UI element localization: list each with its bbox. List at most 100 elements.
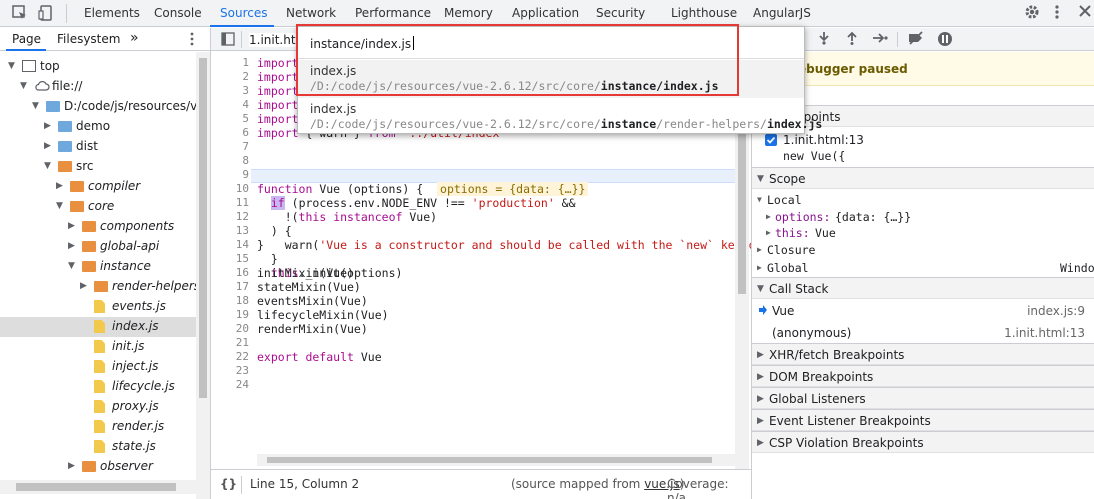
tree-file-item[interactable]: lifecycle.js xyxy=(0,377,196,397)
tree-folder-item[interactable]: ▶ compiler xyxy=(0,177,196,197)
tree-folder-item[interactable]: ▶ global-api xyxy=(0,237,196,257)
scope-section[interactable]: ▼ Scope xyxy=(752,167,1094,189)
chevron-right-icon[interactable]: ▶ xyxy=(80,281,87,291)
tree-file-item[interactable]: index.js xyxy=(0,317,196,337)
deactivate-breakpoints-icon[interactable] xyxy=(907,31,925,49)
tree-file-item[interactable]: inject.js xyxy=(0,357,196,377)
line-number[interactable]: 13 xyxy=(211,224,249,238)
line-number[interactable]: 20 xyxy=(211,322,249,336)
tree-folder-item[interactable]: ▶ components xyxy=(0,217,196,237)
global-listeners-section[interactable]: ▶ Global Listeners xyxy=(752,387,1094,409)
callstack-frame[interactable]: Vue index.js:9 xyxy=(752,301,1094,321)
chevron-right-icon[interactable]: ▶ xyxy=(68,221,75,231)
step-into-icon[interactable] xyxy=(818,31,830,49)
tab-sources[interactable]: Sources xyxy=(220,6,267,20)
step-out-icon[interactable] xyxy=(846,31,858,49)
tree-folder-item[interactable]: ▼ D:/code/js/resources/vue xyxy=(0,97,196,117)
tab-network[interactable]: Network xyxy=(286,6,336,20)
tab-page[interactable]: Page xyxy=(12,32,41,46)
tree-folder-item[interactable]: ▶ demo xyxy=(0,117,196,137)
chevron-right-icon[interactable]: ▶ xyxy=(68,241,75,251)
tab-filesystem[interactable]: Filesystem xyxy=(57,32,120,46)
dom-breakpoints-section[interactable]: ▶ DOM Breakpoints xyxy=(752,365,1094,387)
more-tabs-icon[interactable]: » xyxy=(130,30,139,46)
chevron-down-icon[interactable]: ▼ xyxy=(20,81,27,91)
xhr-breakpoints-section[interactable]: ▶ XHR/fetch Breakpoints xyxy=(752,343,1094,365)
tree-file-item[interactable]: state.js xyxy=(0,437,196,457)
callstack-frame[interactable]: (anonymous) 1.init.html:13 xyxy=(752,323,1094,343)
navigator-menu-icon[interactable] xyxy=(190,32,194,49)
line-number[interactable]: 12 xyxy=(211,210,249,224)
pretty-print-button[interactable]: {} xyxy=(220,477,237,491)
chevron-down-icon[interactable]: ▼ xyxy=(8,61,15,71)
line-number[interactable]: 6 xyxy=(211,126,249,140)
inspect-element-icon[interactable] xyxy=(12,5,28,24)
line-number[interactable]: 11 xyxy=(211,196,249,210)
chevron-right-icon[interactable]: ▶ xyxy=(56,181,63,191)
line-number[interactable]: 2 xyxy=(211,70,249,84)
line-number[interactable]: 15 xyxy=(211,252,249,266)
navigator-scrollbar[interactable] xyxy=(196,52,210,499)
tree-folder-item[interactable]: ▶ dist xyxy=(0,137,196,157)
tab-performance[interactable]: Performance xyxy=(355,6,431,20)
line-number[interactable]: 8 xyxy=(211,154,249,168)
gear-icon[interactable] xyxy=(1024,4,1040,23)
line-number[interactable]: 23 xyxy=(211,364,249,378)
scope-global[interactable]: ▶ Global Windo xyxy=(752,259,1094,277)
tree-file-item[interactable]: render.js xyxy=(0,417,196,437)
tree-folder-item[interactable]: ▼ src xyxy=(0,157,196,177)
more-options-icon[interactable] xyxy=(1054,4,1060,23)
line-number[interactable]: 1 xyxy=(211,56,249,70)
line-number[interactable]: 24 xyxy=(211,378,249,392)
callstack-section[interactable]: ▼ Call Stack xyxy=(752,277,1094,299)
line-number[interactable]: 19 xyxy=(211,308,249,322)
line-number[interactable]: 21 xyxy=(211,336,249,350)
scope-local[interactable]: ▼ Local xyxy=(752,191,1094,209)
chevron-down-icon[interactable]: ▼ xyxy=(44,161,51,171)
tree-file-item[interactable]: events.js xyxy=(0,297,196,317)
line-number[interactable]: 9 xyxy=(211,168,249,182)
line-number[interactable]: 7 xyxy=(211,140,249,154)
tree-folder-item[interactable]: ▼ instance xyxy=(0,257,196,277)
device-toolbar-icon[interactable] xyxy=(38,5,54,24)
tab-elements[interactable]: Elements xyxy=(84,6,140,20)
line-number[interactable]: 5 xyxy=(211,112,249,126)
editor-hscrollbar[interactable] xyxy=(257,454,735,466)
scope-var-this[interactable]: ▶ this: Vue xyxy=(752,224,1094,242)
tab-memory[interactable]: Memory xyxy=(444,6,493,20)
tree-folder-item[interactable]: ▼ file:// xyxy=(0,77,196,97)
tab-angularjs[interactable]: AngularJS xyxy=(753,6,811,20)
line-number[interactable]: 14 xyxy=(211,238,249,252)
line-number[interactable]: 18 xyxy=(211,294,249,308)
tree-folder-item[interactable]: ▶ observer xyxy=(0,457,196,477)
chevron-down-icon[interactable]: ▼ xyxy=(56,201,63,211)
line-number[interactable]: 4 xyxy=(211,98,249,112)
line-number[interactable]: 10 xyxy=(211,182,249,196)
tree-folder-item[interactable]: ▶ render-helpers xyxy=(0,277,196,297)
tree-folder-item[interactable]: ▼ top xyxy=(0,57,196,77)
navigator-hscrollbar[interactable] xyxy=(0,480,196,494)
tab-lighthouse[interactable]: Lighthouse xyxy=(671,6,737,20)
tab-application[interactable]: Application xyxy=(512,6,579,20)
chevron-right-icon[interactable]: ▶ xyxy=(68,461,75,471)
tree-folder-item[interactable]: ▼ core xyxy=(0,197,196,217)
chevron-right-icon[interactable]: ▶ xyxy=(44,121,51,131)
line-number[interactable]: 17 xyxy=(211,280,249,294)
tab-console[interactable]: Console xyxy=(154,6,202,20)
csp-violation-breakpoints-section[interactable]: ▶ CSP Violation Breakpoints xyxy=(752,431,1094,453)
chevron-down-icon[interactable]: ▼ xyxy=(32,101,39,111)
quick-open-result[interactable]: index.js /D:/code/js/resources/vue-2.6.1… xyxy=(298,98,822,136)
close-icon[interactable] xyxy=(1078,4,1092,21)
tab-security[interactable]: Security xyxy=(596,6,645,20)
chevron-down-icon[interactable]: ▼ xyxy=(68,261,75,271)
quick-open-input[interactable]: instance/index.js xyxy=(298,27,804,59)
pause-on-exceptions-icon[interactable] xyxy=(937,31,953,51)
tree-file-item[interactable]: init.js xyxy=(0,337,196,357)
line-number[interactable]: 16 xyxy=(211,266,249,280)
line-number[interactable]: 22 xyxy=(211,350,249,364)
quick-open-result[interactable]: index.js /D:/code/js/resources/vue-2.6.1… xyxy=(298,60,804,98)
tree-file-item[interactable]: proxy.js xyxy=(0,397,196,417)
toggle-navigator-icon[interactable] xyxy=(221,32,235,49)
event-listener-breakpoints-section[interactable]: ▶ Event Listener Breakpoints xyxy=(752,409,1094,431)
scope-closure[interactable]: ▶ Closure xyxy=(752,241,1094,259)
